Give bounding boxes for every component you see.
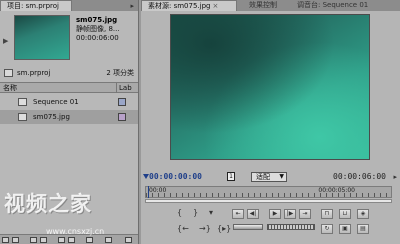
project-file-row: sm.prproj 2 项分类 (0, 67, 138, 79)
ruler-ticks (146, 193, 391, 197)
fit-box[interactable]: 1 (227, 172, 235, 181)
fit-dropdown[interactable]: 适配 ▼ (251, 172, 287, 182)
tab-effect-controls[interactable]: 效果控制 (243, 0, 283, 11)
list-item-label: sm075.jpg (33, 113, 70, 121)
play-in-to-out-icon[interactable]: {▸} (217, 224, 231, 234)
go-to-previous-marker-icon[interactable]: {← (177, 224, 189, 234)
set-marker-icon[interactable]: ▾ (209, 208, 213, 218)
watermark-url: www.cnsxzj.cn (46, 227, 105, 236)
preview-file-name: sm075.jpg (76, 16, 118, 24)
duration-timecode: 00:00:06:00 (333, 172, 386, 181)
project-file-name: sm.prproj (17, 69, 51, 77)
play-icon[interactable]: ▶ (3, 37, 11, 45)
preview-info: sm075.jpg 静帧图像, 8... 00:00:06:00 (76, 16, 120, 43)
play-icon[interactable]: ▶ (269, 209, 281, 219)
export-frame-icon[interactable]: ◈ (357, 209, 369, 219)
insert-icon[interactable]: ⊓ (321, 209, 333, 219)
fit-dropdown-value: 适配 (256, 173, 270, 181)
zoom-scrollbar[interactable] (145, 199, 392, 203)
delete-icon[interactable] (125, 237, 132, 243)
go-to-in-icon[interactable]: ⇤ (232, 209, 244, 219)
set-out-point-icon[interactable]: } (193, 208, 198, 218)
playhead[interactable] (148, 186, 149, 198)
sequence-icon (18, 98, 27, 106)
time-ruler[interactable]: 00:00 00:00:05:00 (145, 186, 392, 198)
monitor-menu-icon[interactable]: ▸ (393, 173, 397, 181)
output-icon[interactable]: ▤ (357, 224, 369, 234)
list-item-sequence[interactable]: Sequence 01 (0, 95, 138, 109)
project-tab-bar: 项目: sm.prproj ▸ (0, 0, 138, 11)
overlay-icon[interactable]: ⊔ (339, 209, 351, 219)
tab-source-label: 素材源: sm075.jpg (148, 2, 211, 10)
go-to-next-marker-icon[interactable]: →} (199, 224, 211, 234)
loop-icon[interactable]: ↻ (321, 224, 333, 234)
icon-view-icon[interactable] (12, 237, 19, 243)
automate-icon[interactable] (30, 237, 37, 243)
tab-source[interactable]: 素材源: sm075.jpg × (141, 0, 237, 11)
label-color-swatch (118, 113, 126, 121)
close-icon[interactable]: × (212, 2, 218, 10)
monitor-tab-bar: 素材源: sm075.jpg × 效果控制 调音台: Sequence 01 (141, 0, 400, 11)
tab-project[interactable]: 项目: sm.prproj (0, 0, 72, 11)
new-item-icon[interactable] (68, 237, 75, 243)
list-item-image[interactable]: sm075.jpg (0, 110, 138, 124)
zoom-scrollbar-thumb[interactable] (146, 200, 391, 202)
set-in-point-icon[interactable]: { (177, 208, 182, 218)
column-header: 名称 Lab (0, 82, 138, 93)
watermark-logo: 视频之家 (4, 192, 92, 216)
go-to-out-icon[interactable]: ⇥ (299, 209, 311, 219)
list-item-label: Sequence 01 (33, 98, 79, 106)
preview-thumbnail (14, 15, 70, 60)
chevron-down-icon: ▼ (279, 173, 284, 180)
preview-duration: 00:00:06:00 (76, 34, 119, 42)
find-icon[interactable] (40, 237, 47, 243)
item-count: 2 项分类 (106, 69, 134, 77)
clear-icon[interactable] (86, 237, 93, 243)
column-name[interactable]: 名称 (3, 83, 17, 93)
source-monitor-panel: 素材源: sm075.jpg × 效果控制 调音台: Sequence 01 00… (141, 0, 400, 244)
current-timecode[interactable]: 00:00:00:00 (149, 170, 202, 183)
column-label[interactable]: Lab (116, 83, 132, 93)
video-frame (170, 14, 370, 160)
label-color-swatch (118, 98, 126, 106)
image-file-icon (18, 113, 27, 121)
new-bin-icon[interactable] (58, 237, 65, 243)
project-file-icon (4, 69, 13, 77)
safe-margins-icon[interactable]: ▣ (339, 224, 351, 234)
jog-wheel[interactable] (267, 224, 315, 230)
zoom-icon[interactable] (105, 237, 112, 243)
tab-audio-mixer[interactable]: 调音台: Sequence 01 (291, 0, 374, 11)
step-back-icon[interactable]: ◀| (247, 209, 259, 219)
step-forward-icon[interactable]: |▶ (284, 209, 296, 219)
preview-file-type: 静帧图像, 8... (76, 25, 120, 33)
shuttle-slider[interactable] (233, 224, 263, 230)
panel-menu-icon[interactable]: ▸ (130, 2, 134, 10)
timecode-bar: 00:00:00:00 1 适配 ▼ 00:00:06:00 ▸ (141, 170, 400, 183)
list-view-icon[interactable] (2, 237, 9, 243)
